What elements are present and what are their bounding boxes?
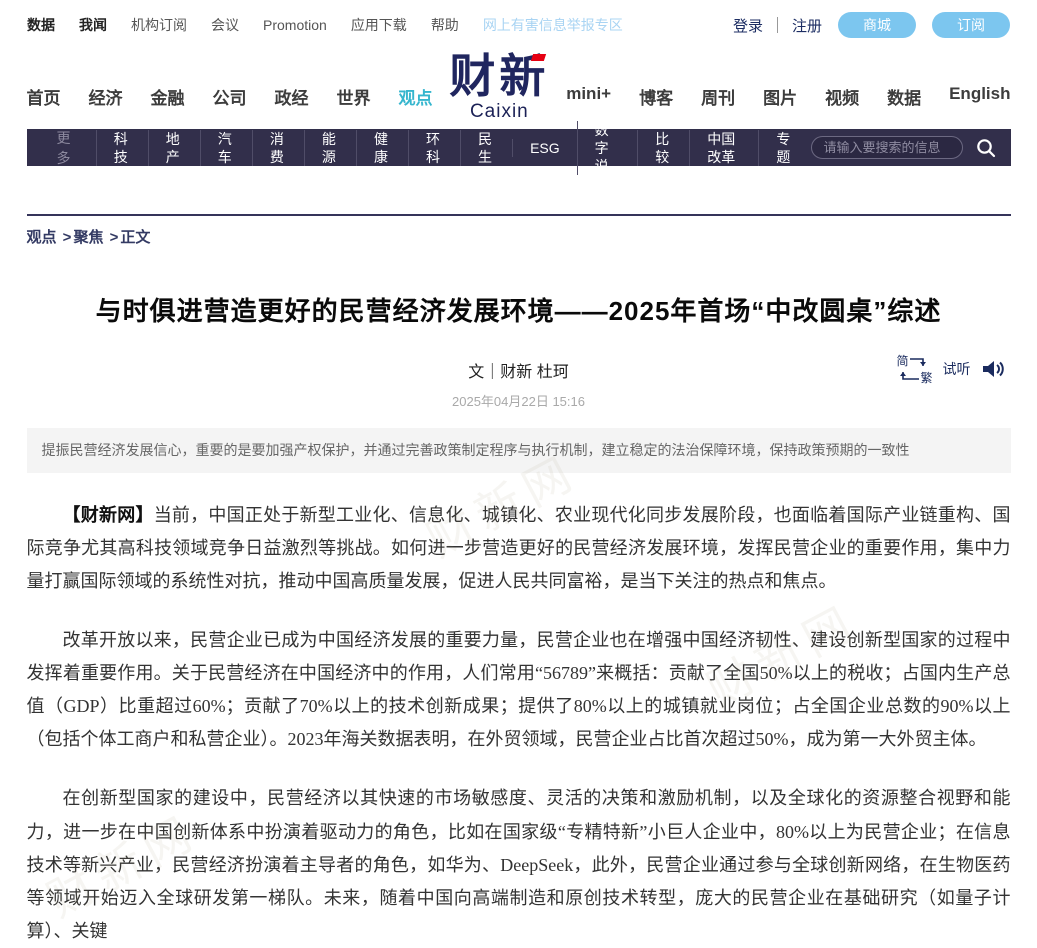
main-nav-right: mini+ 博客 周刊 图片 视频 数据 English xyxy=(566,84,1010,123)
subnav-item-4[interactable]: 能源 xyxy=(304,130,356,166)
article-summary: 提振民营经济发展信心，重要的是要加强产权保护，并通过完善政策制定程序与执行机制，… xyxy=(27,428,1011,472)
article: 与时俱进营造更好的民营经济发展环境——2025年首场“中改圆桌”综述 文｜财新 … xyxy=(27,291,1011,948)
topbar-link-0[interactable]: 数据 xyxy=(27,15,55,35)
logo-english-text: Caixin xyxy=(449,101,549,123)
subnav-item-8[interactable]: ESG xyxy=(512,139,577,157)
subnav-item-5[interactable]: 健康 xyxy=(356,130,408,166)
main-nav-left-1[interactable]: 经济 xyxy=(89,84,123,109)
top-utility-bar: 数据 我闻 机构订阅 会议 Promotion 应用下载 帮助 网上有害信息举报专区 登录 … xyxy=(0,0,1037,48)
article-tools: 简 繁 试听 xyxy=(897,354,1005,384)
register-link[interactable]: 注册 xyxy=(792,15,822,36)
main-nav-right-5[interactable]: 数据 xyxy=(887,84,921,109)
site-header: 首页 经济 金融 公司 政经 世界 观点 财新 Caixin mini+ 博客 周刊 图片 视频 数据… xyxy=(27,48,1011,129)
page-title: 与时俱进营造更好的民营经济发展环境——2025年首场“中改圆桌”综述 xyxy=(57,291,981,328)
listen-button[interactable]: 试听 xyxy=(943,359,971,379)
harmful-info-report-link[interactable]: 网上有害信息举报专区 xyxy=(483,15,623,35)
topbar-account-area: 登录 注册 商城 订阅 xyxy=(733,12,1010,38)
main-nav-left: 首页 经济 金融 公司 政经 世界 观点 xyxy=(27,84,433,123)
main-nav-right-2[interactable]: 周刊 xyxy=(701,84,735,109)
subnav-item-7[interactable]: 民生 xyxy=(460,130,512,166)
breadcrumb-item-1[interactable]: 聚焦 xyxy=(73,229,103,246)
subscribe-button[interactable]: 订阅 xyxy=(932,12,1010,38)
search-input[interactable] xyxy=(811,136,963,159)
article-paragraph-1: 改革开放以来，民营企业已成为中国经济发展的重要力量，民营企业也在增强中国经济韧性… xyxy=(27,624,1011,756)
login-link[interactable]: 登录 xyxy=(733,15,763,36)
subnav-item-6[interactable]: 环科 xyxy=(408,130,460,166)
simplified-traditional-toggle[interactable]: 简 繁 xyxy=(897,354,933,384)
topbar-link-4[interactable]: Promotion xyxy=(263,17,327,33)
simplified-label: 简 xyxy=(897,352,909,369)
main-nav-right-3[interactable]: 图片 xyxy=(763,84,797,109)
speaker-icon[interactable] xyxy=(981,358,1005,380)
traditional-label: 繁 xyxy=(920,369,932,386)
subnav-item-10[interactable]: 比较 xyxy=(637,130,689,166)
byline-row: 文｜财新 杜珂 简 繁 试听 xyxy=(27,358,1011,382)
main-nav-right-6[interactable]: English xyxy=(949,84,1010,109)
divider xyxy=(777,17,778,33)
subnav-item-0[interactable]: 科技 xyxy=(96,130,148,166)
secondary-nav-bar: 更多 科技地产汽车消费能源健康环科民生ESG数字说比较中国改革专题 xyxy=(27,129,1011,166)
article-paragraph-2: 在创新型国家的建设中，民营经济以其快速的市场敏感度、灵活的决策和激励机制，以及全… xyxy=(27,782,1011,948)
main-nav-left-2[interactable]: 金融 xyxy=(151,84,185,109)
topbar-link-5[interactable]: 应用下载 xyxy=(351,15,407,35)
article-body: 【财新网】当前，中国正处于新型工业化、信息化、城镇化、农业现代化同步发展阶段，也… xyxy=(27,499,1011,948)
breadcrumb-separator: > xyxy=(59,229,72,246)
logo-red-accent xyxy=(531,54,546,61)
subnav-item-1[interactable]: 地产 xyxy=(148,130,200,166)
breadcrumb: 观点 >聚焦 >正文 xyxy=(27,216,1011,247)
breadcrumb-item-2[interactable]: 正文 xyxy=(120,229,150,246)
mall-button[interactable]: 商城 xyxy=(838,12,916,38)
byline: 文｜财新 杜珂 xyxy=(468,364,568,381)
subnav-item-11[interactable]: 中国改革 xyxy=(689,130,758,166)
subnav-item-2[interactable]: 汽车 xyxy=(200,130,252,166)
topbar-link-1[interactable]: 我闻 xyxy=(79,15,107,35)
article-paragraph-0: 【财新网】当前，中国正处于新型工业化、信息化、城镇化、农业现代化同步发展阶段，也… xyxy=(27,499,1011,598)
subnav-item-12[interactable]: 专题 xyxy=(758,130,810,166)
main-nav-left-5[interactable]: 世界 xyxy=(337,84,371,109)
main-nav-right-0[interactable]: mini+ xyxy=(566,84,611,109)
subnav-item-9[interactable]: 数字说 xyxy=(577,121,638,175)
caixin-logo[interactable]: 财新 Caixin xyxy=(443,52,555,123)
main-nav-left-3[interactable]: 公司 xyxy=(213,84,247,109)
more-menu[interactable]: 更多 xyxy=(41,128,96,168)
breadcrumb-item-0[interactable]: 观点 xyxy=(27,229,57,246)
main-nav-left-0[interactable]: 首页 xyxy=(27,84,61,109)
main-nav-left-4[interactable]: 政经 xyxy=(275,84,309,109)
topbar-link-3[interactable]: 会议 xyxy=(211,15,239,35)
topbar-link-6[interactable]: 帮助 xyxy=(431,15,459,35)
topbar-links: 数据 我闻 机构订阅 会议 Promotion 应用下载 帮助 xyxy=(27,15,459,35)
subnav-items: 科技地产汽车消费能源健康环科民生ESG数字说比较中国改革专题 xyxy=(96,129,811,166)
subnav-item-3[interactable]: 消费 xyxy=(252,130,304,166)
main-nav-left-6[interactable]: 观点 xyxy=(399,84,433,109)
paragraph-lead: 【财新网】 xyxy=(63,505,154,525)
topbar-link-2[interactable]: 机构订阅 xyxy=(131,15,187,35)
search-area xyxy=(811,136,997,159)
main-nav-right-1[interactable]: 博客 xyxy=(639,84,673,109)
search-icon[interactable] xyxy=(975,137,997,159)
breadcrumb-separator: > xyxy=(105,229,118,246)
main-nav-right-4[interactable]: 视频 xyxy=(825,84,859,109)
publish-date: 2025年04月22日 15:16 xyxy=(27,391,1011,410)
